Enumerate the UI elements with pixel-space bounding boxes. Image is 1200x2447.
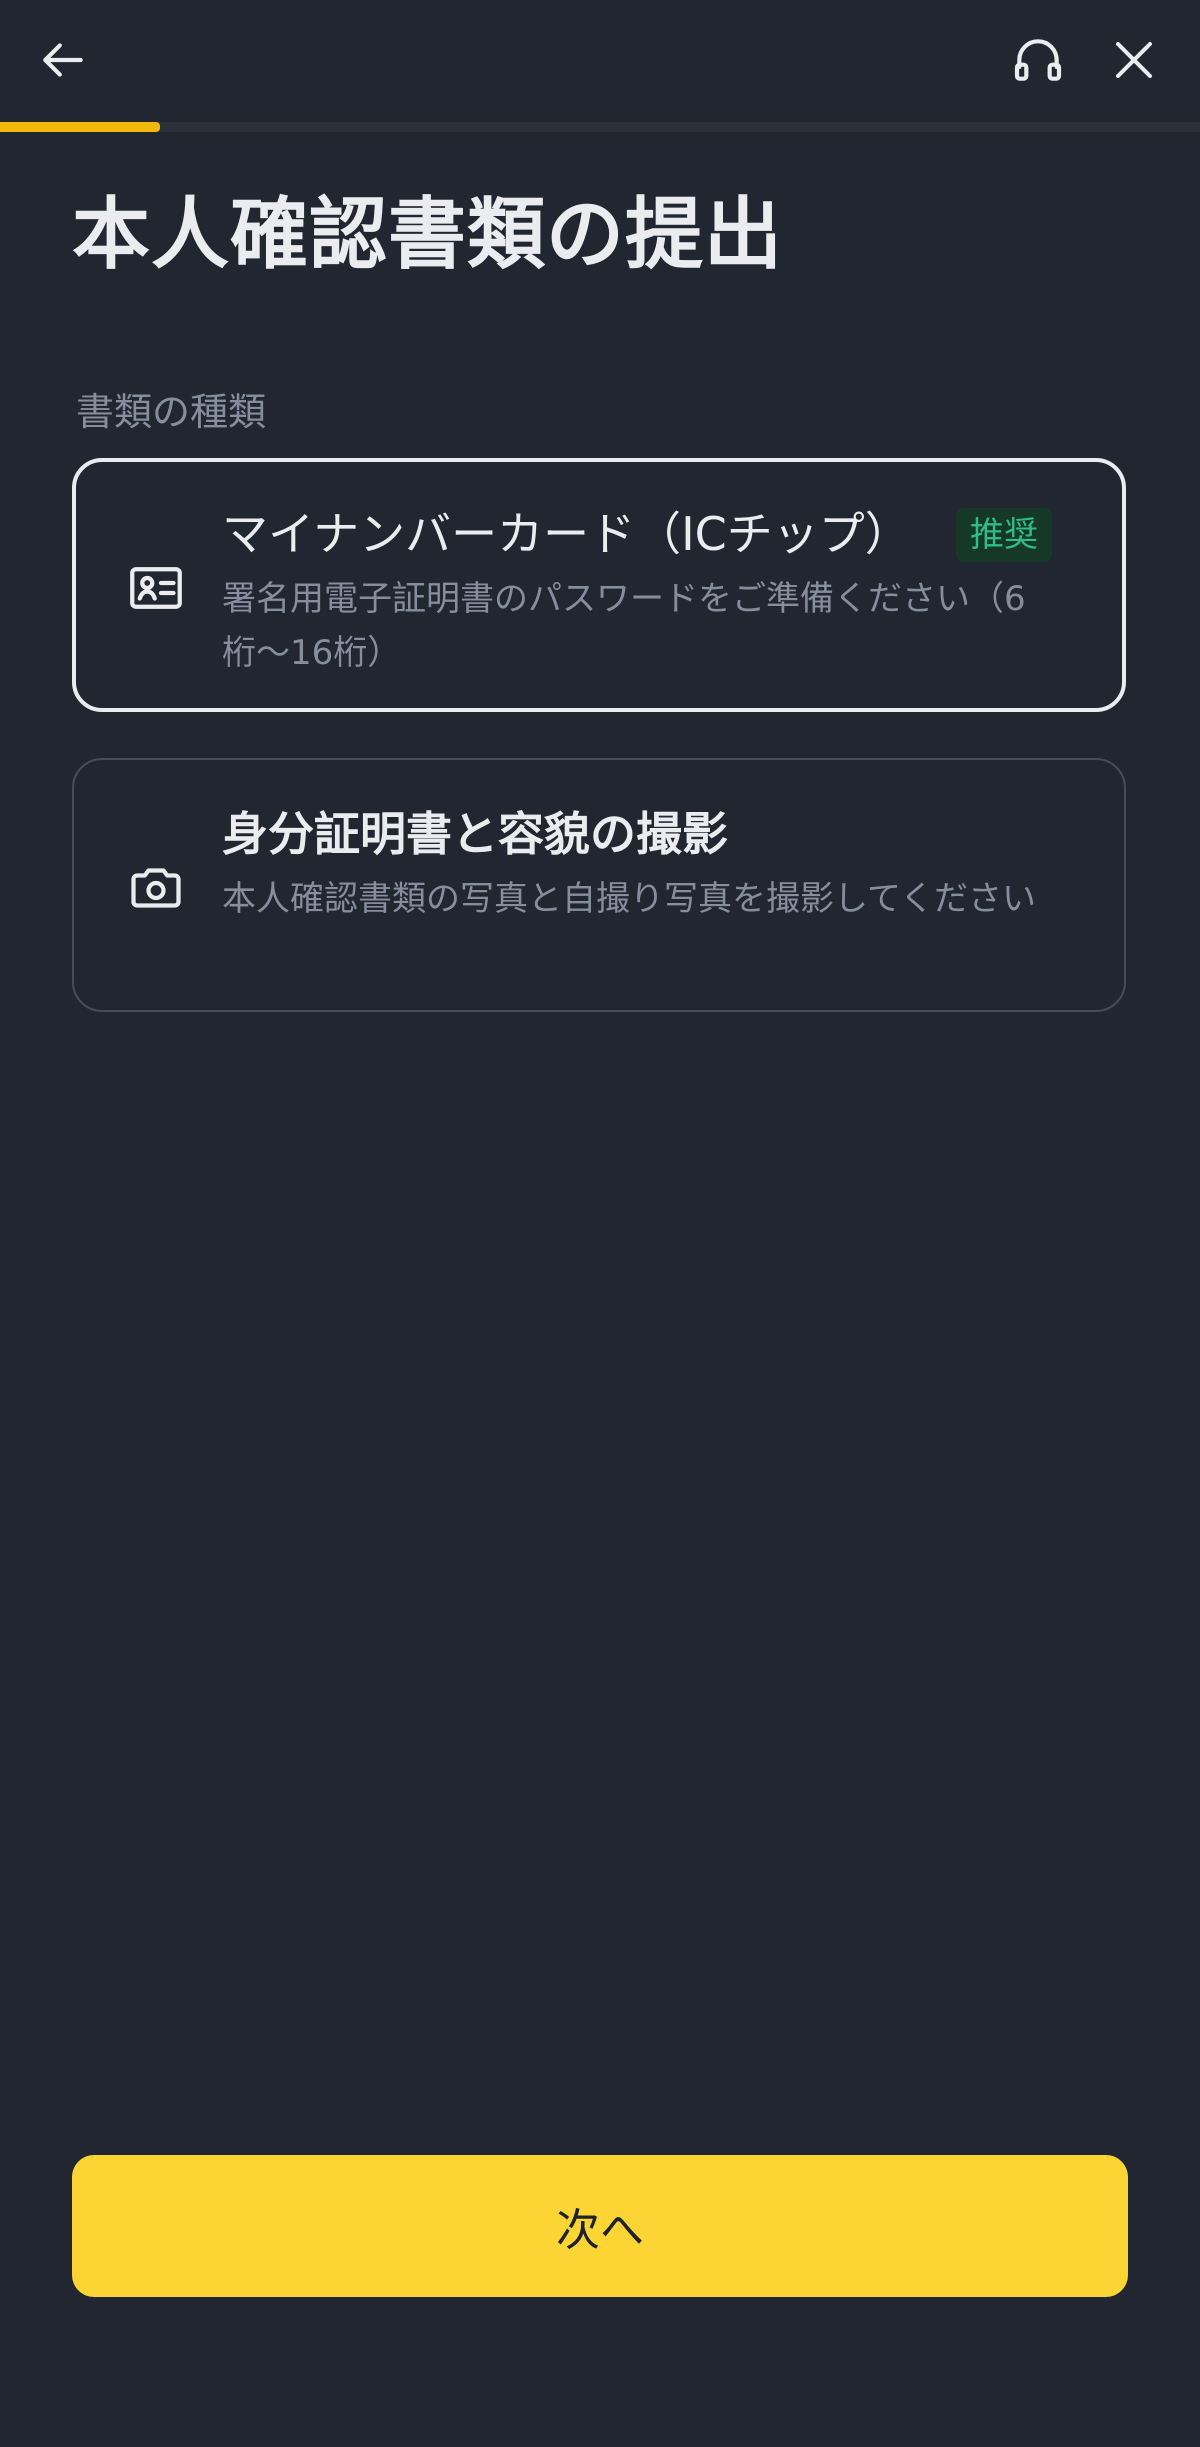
support-button[interactable] xyxy=(1002,24,1074,96)
progress-bar-fill xyxy=(0,122,160,132)
top-bar xyxy=(0,0,1200,124)
arrow-left-icon xyxy=(43,43,83,77)
option-my-number-card[interactable]: マイナンバーカード（ICチップ） 推奨 署名用電子証明書のパスワードをご準備くだ… xyxy=(72,458,1126,712)
option-title: マイナンバーカード（ICチップ） xyxy=(222,507,911,561)
option-photo-id-selfie[interactable]: 身分証明書と容貌の撮影 本人確認書類の写真と自撮り写真を撮影してください xyxy=(72,758,1126,1012)
recommended-badge: 推奨 xyxy=(956,508,1052,562)
option-description: 署名用電子証明書のパスワードをご準備ください（6桁〜16桁） xyxy=(222,579,1026,673)
option-title: 身分証明書と容貌の撮影 xyxy=(222,807,728,861)
close-button[interactable] xyxy=(1098,24,1170,96)
next-button[interactable]: 次へ xyxy=(72,2155,1128,2297)
document-type-label: 書類の種類 xyxy=(76,390,267,434)
id-card-icon xyxy=(130,567,182,609)
option-description: 本人確認書類の写真と自撮り写真を撮影してください xyxy=(222,879,1036,919)
back-button[interactable] xyxy=(28,24,100,96)
page-title: 本人確認書類の提出 xyxy=(72,190,784,280)
headset-icon xyxy=(1014,39,1062,81)
progress-bar xyxy=(0,122,1200,132)
camera-icon xyxy=(131,868,181,908)
close-icon xyxy=(1116,42,1152,78)
